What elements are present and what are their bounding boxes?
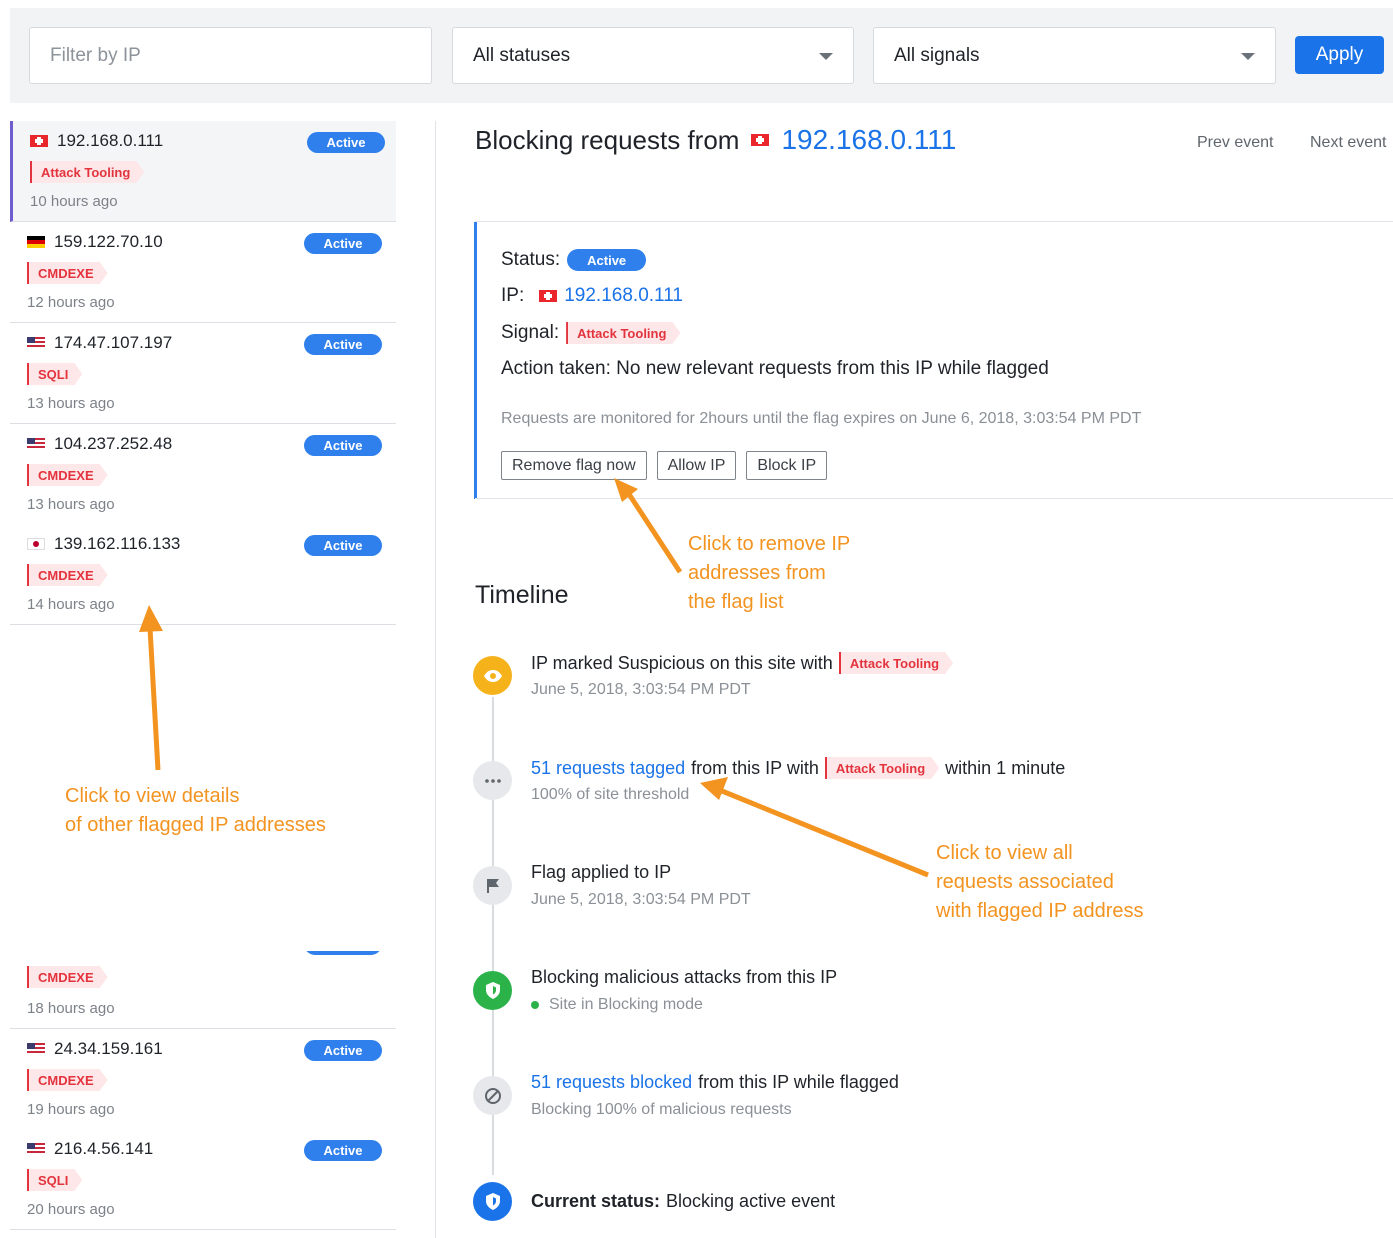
arrowhead-icon bbox=[700, 777, 728, 800]
annotation-arrow bbox=[147, 627, 161, 771]
annotation-arrow bbox=[622, 486, 683, 574]
annotation-arrow bbox=[721, 788, 929, 878]
annotation-arrows bbox=[139, 478, 929, 878]
arrowhead-icon bbox=[139, 605, 163, 632]
